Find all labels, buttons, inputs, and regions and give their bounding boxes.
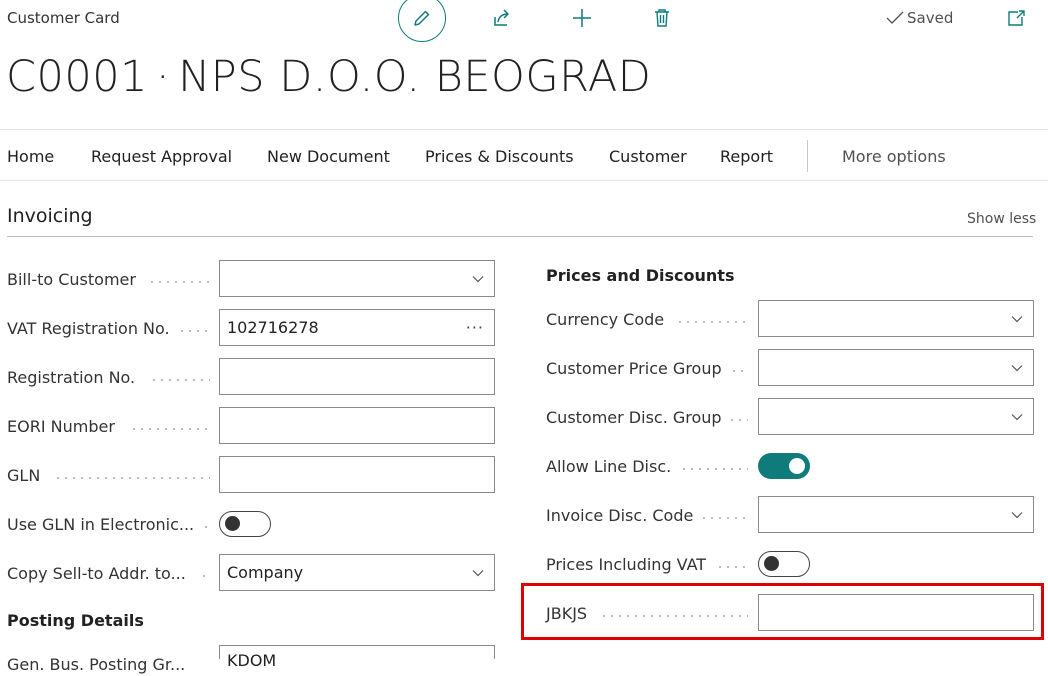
leader-dots — [200, 575, 210, 577]
copy-sell-to-label: Copy Sell-to Addr. to... — [7, 564, 186, 583]
action-new-document[interactable]: New Document — [267, 147, 390, 166]
chevron-down-icon — [472, 275, 484, 282]
invoice-disc-code-label: Invoice Disc. Code — [546, 506, 694, 525]
share-button[interactable] — [490, 6, 514, 30]
customer-price-group-select[interactable] — [758, 349, 1034, 386]
use-gln-label: Use GLN in Electronic... — [7, 515, 195, 534]
copy-sell-to-select[interactable]: Company — [219, 554, 495, 591]
leader-dots — [130, 428, 210, 430]
leader-dots — [178, 330, 210, 332]
saved-status: Saved — [886, 9, 953, 27]
new-button[interactable] — [570, 6, 594, 30]
action-bar-border-bottom — [0, 180, 1048, 181]
highlight-box — [521, 583, 1044, 640]
chevron-down-icon — [472, 569, 484, 576]
trash-icon — [655, 9, 669, 27]
show-less-link[interactable]: Show less — [967, 211, 1036, 227]
ellipsis-icon[interactable]: ··· — [466, 318, 484, 337]
copy-sell-to-value: Company — [227, 563, 304, 582]
action-divider — [807, 140, 808, 172]
vat-registration-label: VAT Registration No. — [7, 319, 170, 338]
registration-no-field[interactable] — [219, 358, 495, 395]
currency-code-select[interactable] — [758, 300, 1034, 337]
leader-dots — [54, 477, 210, 479]
toggle-knob — [225, 516, 240, 531]
prices-discounts-heading: Prices and Discounts — [546, 266, 735, 285]
chevron-down-icon — [1011, 364, 1023, 371]
currency-code-label: Currency Code — [546, 310, 665, 329]
checkmark-icon — [886, 11, 904, 24]
vat-registration-value: 102716278 — [227, 318, 319, 337]
popout-icon — [1008, 10, 1025, 26]
toggle-knob — [764, 556, 779, 571]
prices-including-vat-label: Prices Including VAT — [546, 555, 707, 574]
registration-no-label: Registration No. — [7, 368, 136, 387]
open-new-window-button[interactable] — [1004, 6, 1028, 30]
chevron-down-icon — [1011, 315, 1023, 322]
leader-dots — [680, 468, 748, 470]
action-customer[interactable]: Customer — [609, 147, 687, 166]
title-separator: · — [155, 52, 171, 102]
bill-to-customer-label: Bill-to Customer — [7, 270, 136, 289]
leader-dots — [676, 321, 748, 323]
allow-line-disc-toggle[interactable] — [758, 453, 810, 479]
section-divider — [7, 236, 1033, 237]
action-bar-border-top — [0, 129, 1048, 130]
pencil-icon — [414, 10, 430, 26]
plus-icon — [573, 9, 591, 27]
saved-label: Saved — [907, 9, 954, 27]
use-gln-toggle[interactable] — [219, 511, 271, 537]
gen-bus-posting-select[interactable]: KDOM — [219, 645, 495, 670]
action-home[interactable]: Home — [7, 147, 54, 166]
customer-code: C0001 — [6, 52, 148, 102]
leader-dots — [202, 526, 210, 528]
share-icon — [494, 9, 509, 26]
prices-including-vat-toggle[interactable] — [758, 551, 810, 577]
allow-line-disc-label: Allow Line Disc. — [546, 457, 672, 476]
chevron-down-icon — [1011, 413, 1023, 420]
gln-label: GLN — [7, 466, 41, 485]
gen-bus-posting-value: KDOM — [227, 651, 277, 670]
leader-dots — [700, 517, 748, 519]
leader-dots — [730, 370, 748, 372]
action-request-approval[interactable]: Request Approval — [91, 147, 232, 166]
leader-dots — [150, 379, 210, 381]
page-title: C0001 · NPS D.O.O. BEOGRAD — [6, 52, 651, 102]
section-title[interactable]: Invoicing — [7, 205, 93, 227]
eori-number-label: EORI Number — [7, 417, 115, 436]
vat-registration-field[interactable]: 102716278 ··· — [219, 309, 495, 346]
gen-bus-posting-label: Gen. Bus. Posting Gr... — [7, 655, 186, 674]
posting-details-heading: Posting Details — [7, 611, 144, 630]
invoice-disc-code-select[interactable] — [758, 496, 1034, 533]
leader-dots — [716, 566, 748, 568]
action-more-options[interactable]: More options — [842, 147, 946, 166]
customer-disc-group-label: Customer Disc. Group — [546, 408, 722, 427]
action-report[interactable]: Report — [720, 147, 773, 166]
gln-field[interactable] — [219, 456, 495, 493]
bill-to-customer-select[interactable] — [219, 260, 495, 297]
delete-button[interactable] — [650, 6, 674, 30]
eori-number-field[interactable] — [219, 407, 495, 444]
leader-dots — [728, 419, 748, 421]
toggle-knob — [789, 458, 805, 474]
action-prices-discounts[interactable]: Prices & Discounts — [425, 147, 574, 166]
leader-dots — [148, 281, 210, 283]
chevron-down-icon — [1011, 511, 1023, 518]
customer-price-group-label: Customer Price Group — [546, 359, 722, 378]
customer-disc-group-select[interactable] — [758, 398, 1034, 435]
breadcrumb: Customer Card — [7, 9, 120, 27]
edit-button[interactable] — [398, 0, 446, 42]
customer-name: NPS D.O.O. BEOGRAD — [178, 52, 652, 102]
